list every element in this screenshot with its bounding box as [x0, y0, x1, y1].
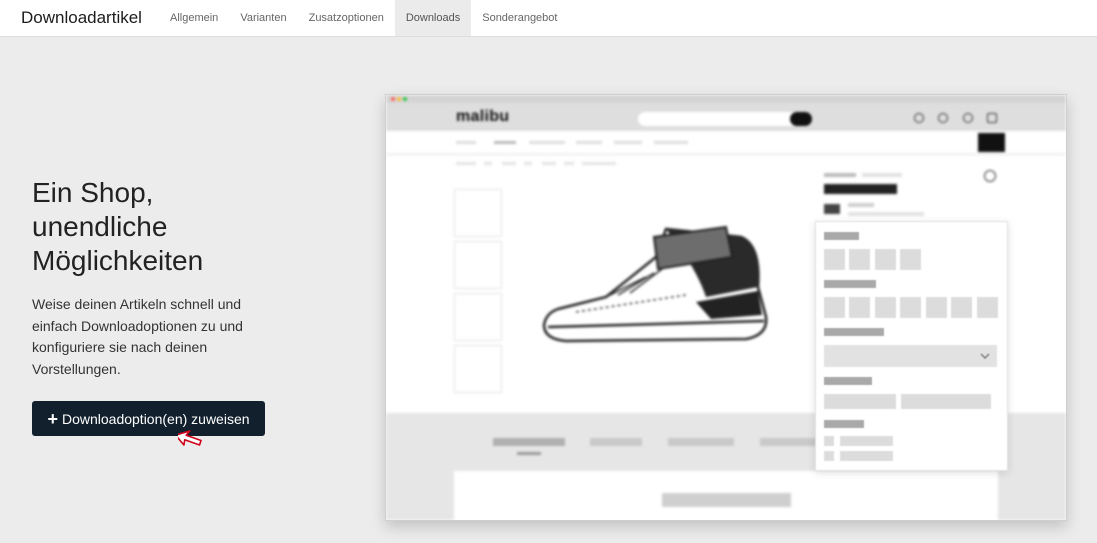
shop-search-input	[638, 112, 812, 126]
product-thumbnail	[454, 293, 502, 341]
cursor-arrow-icon	[178, 430, 202, 446]
download-options-panel	[815, 221, 1008, 471]
assign-download-options-button[interactable]: + Downloadoption(en) zuweisen	[32, 401, 265, 436]
product-thumbnail	[454, 345, 502, 393]
bag-icon	[987, 113, 997, 123]
window-minimize-dot	[397, 97, 401, 101]
button-label: Downloadoption(en) zuweisen	[61, 410, 250, 427]
tab-sonderangebot[interactable]: Sonderangebot	[471, 0, 568, 36]
hero-description: Weise deinen Artikeln schnell und einfac…	[32, 296, 243, 377]
product-thumbnail	[454, 189, 502, 237]
hero-heading-line: Möglichkeiten	[32, 245, 204, 276]
hero-heading: Ein Shop, unendliche Möglichkeiten	[32, 176, 292, 278]
user-icon	[938, 113, 948, 123]
top-navigation: Downloadartikel Allgemein Varianten Zusa…	[0, 0, 1097, 37]
shop-nav-dark-button	[978, 133, 1005, 152]
browser-chrome	[386, 95, 1066, 103]
plus-icon: +	[47, 408, 58, 429]
hero-heading-line: Ein Shop,	[32, 177, 154, 208]
shop-navigation	[386, 131, 1066, 153]
chevron-down-icon	[980, 353, 990, 359]
option-select	[824, 345, 997, 367]
heart-icon	[963, 113, 973, 123]
tab-downloads[interactable]: Downloads	[394, 0, 472, 36]
tab-bar: Allgemein Varianten Zusatzoptionen Downl…	[159, 0, 568, 36]
product-thumbnail	[454, 241, 502, 289]
window-maximize-dot	[403, 97, 407, 101]
shop-logo: malibu	[456, 108, 510, 125]
hero-heading-line: unendliche	[32, 211, 168, 242]
tab-allgemein[interactable]: Allgemein	[159, 0, 229, 36]
window-close-dot	[391, 97, 395, 101]
tab-varianten[interactable]: Varianten	[229, 0, 297, 36]
sneaker-product-image	[542, 225, 768, 343]
wishlist-heart-icon	[984, 170, 996, 182]
page-title: Downloadartikel	[21, 8, 142, 27]
tab-zusatzoptionen[interactable]: Zusatzoptionen	[298, 0, 395, 36]
search-icon	[790, 112, 812, 126]
globe-icon	[914, 113, 924, 123]
